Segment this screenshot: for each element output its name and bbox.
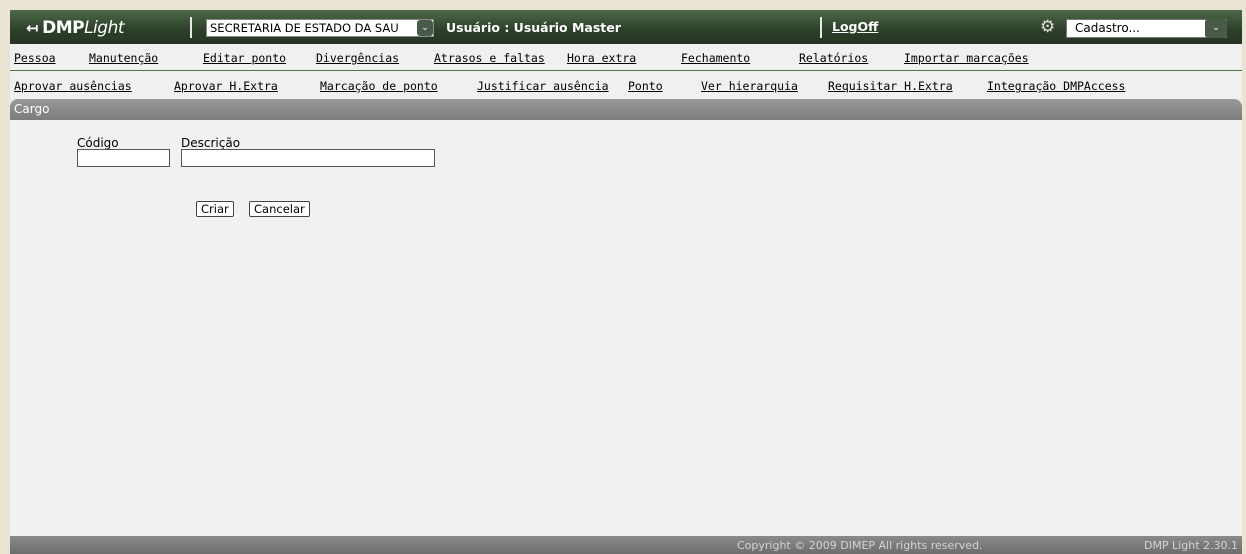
main-menu: Pessoa Manutenção Editar ponto Divergênc… (10, 44, 1242, 71)
menu-ponto[interactable]: Ponto (628, 79, 663, 93)
menu-fechamento[interactable]: Fechamento (681, 51, 750, 65)
logo-light: Light (84, 18, 125, 38)
dmplight-logo: ↤ DMPLight (26, 18, 125, 38)
footer: Copyright © 2009 DIMEP All rights reserv… (10, 536, 1242, 554)
menu-ver-hierarquia[interactable]: Ver hierarquia (701, 79, 798, 93)
menu-marcacao-ponto[interactable]: Marcação de ponto (320, 79, 438, 93)
version-text: DMP Light 2.30.1 (1143, 539, 1238, 552)
codigo-input[interactable] (77, 149, 170, 167)
codigo-label: Código (77, 136, 119, 150)
menu-pessoa[interactable]: Pessoa (14, 51, 56, 65)
menu-hora-extra[interactable]: Hora extra (567, 51, 636, 65)
organization-select[interactable]: SECRETARIA DE ESTADO DA SAU ⌄ (206, 19, 434, 37)
chevron-down-icon[interactable]: ⌄ (417, 20, 433, 36)
menu-justificar-ausencia[interactable]: Justificar ausência (477, 79, 609, 93)
criar-button[interactable]: Criar (196, 201, 234, 217)
menu-editar-ponto[interactable]: Editar ponto (203, 51, 286, 65)
descricao-input[interactable] (181, 149, 435, 167)
panel-title: Cargo (10, 99, 1242, 120)
menu-aprovar-hextra[interactable]: Aprovar H.Extra (174, 79, 278, 93)
header-divider (190, 17, 192, 38)
menu-relatorios[interactable]: Relatórios (799, 51, 868, 65)
menu-aprovar-ausencias[interactable]: Aprovar ausências (14, 79, 132, 93)
cancelar-button[interactable]: Cancelar (249, 201, 310, 217)
copyright-text: Copyright © 2009 DIMEP All rights reserv… (737, 539, 983, 552)
top-bar: ↤ DMPLight SECRETARIA DE ESTADO DA SAU ⌄ … (10, 10, 1242, 44)
chevron-down-icon[interactable]: ⌄ (1205, 19, 1227, 38)
menu-requisitar-hextra[interactable]: Requisitar H.Extra (828, 79, 953, 93)
menu-integracao-dmpaccess[interactable]: Integração DMPAccess (987, 79, 1125, 93)
secondary-menu: Aprovar ausências Aprovar H.Extra Marcaç… (10, 71, 1242, 99)
logoff-link[interactable]: LogOff (832, 19, 878, 34)
user-label: Usuário : Usuário Master (446, 20, 621, 35)
descricao-label: Descrição (181, 136, 241, 150)
menu-manutencao[interactable]: Manutenção (89, 51, 158, 65)
cadastro-select[interactable]: Cadastro... ⌄ (1066, 19, 1227, 38)
logo-arrow-icon: ↤ (26, 19, 39, 37)
menu-importar-marcacoes[interactable]: Importar marcações (904, 51, 1029, 65)
app-window: ↤ DMPLight SECRETARIA DE ESTADO DA SAU ⌄ … (10, 10, 1242, 554)
logo-bold: DMP (42, 18, 85, 38)
organization-select-value: SECRETARIA DE ESTADO DA SAU (210, 21, 399, 35)
header-divider (820, 17, 822, 38)
menu-atrasos-faltas[interactable]: Atrasos e faltas (434, 51, 545, 65)
menu-divergencias[interactable]: Divergências (316, 51, 399, 65)
cargo-form: Código Descrição Criar Cancelar (10, 120, 1242, 536)
cadastro-select-value: Cadastro... (1075, 21, 1140, 35)
gear-icon[interactable]: ⚙ (1040, 17, 1055, 37)
